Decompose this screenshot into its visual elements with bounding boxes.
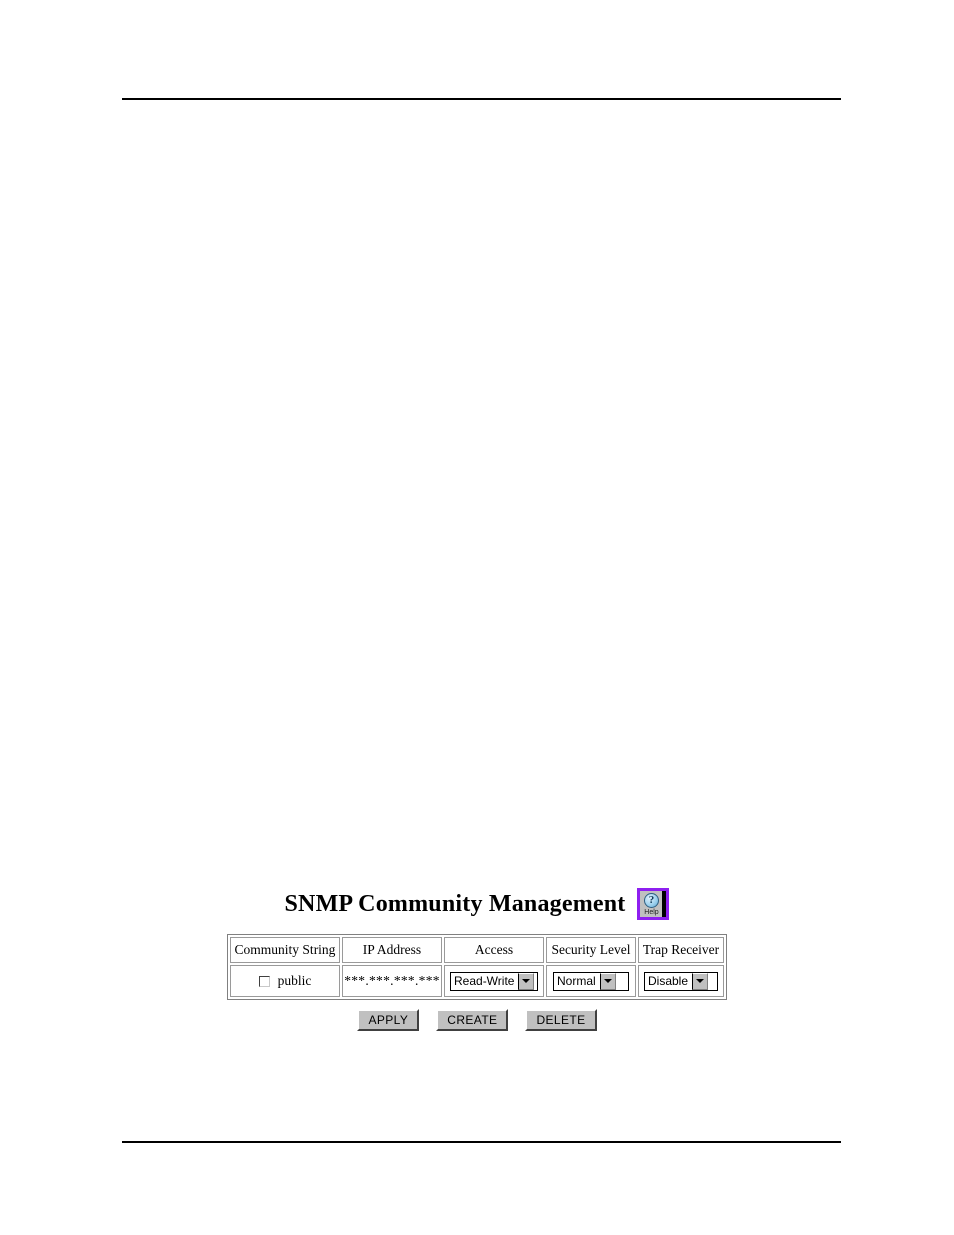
document-page: SNMP Community Management ? Help Communi… bbox=[0, 0, 954, 1235]
header-community-string-label: Community String bbox=[234, 942, 336, 957]
chevron-down-icon bbox=[696, 979, 705, 983]
security-level-dropdown-button[interactable] bbox=[599, 972, 616, 990]
security-level-dropdown-value: Normal bbox=[557, 974, 596, 988]
header-access-label: Access bbox=[474, 942, 514, 957]
question-mark-help-icon: ? bbox=[643, 892, 659, 908]
header-access: Access bbox=[444, 937, 544, 963]
header-ip-address: IP Address bbox=[342, 937, 442, 963]
cell-ip-address: ***.***.***.*** bbox=[342, 965, 442, 997]
help-button-shadow bbox=[662, 891, 667, 917]
help-button[interactable]: ? Help bbox=[637, 888, 670, 920]
delete-button[interactable]: DELETE bbox=[525, 1009, 597, 1031]
access-cell-inner: Read-Write bbox=[445, 966, 543, 996]
cell-security-level: Normal bbox=[546, 965, 636, 997]
community-select-checkbox[interactable] bbox=[258, 975, 270, 987]
page-title: SNMP Community Management bbox=[284, 891, 626, 917]
apply-button[interactable]: APPLY bbox=[357, 1009, 420, 1031]
access-dropdown-value: Read-Write bbox=[454, 974, 515, 988]
chevron-down-icon bbox=[603, 979, 612, 983]
table-row: public ***.***.***.*** Read-Write Normal… bbox=[230, 965, 724, 997]
community-string-cell-inner: public bbox=[231, 966, 339, 996]
cell-access: Read-Write bbox=[444, 965, 544, 997]
page-footer-rule bbox=[122, 1141, 841, 1143]
community-string-value: public bbox=[277, 973, 312, 988]
action-button-row: APPLY CREATE DELETE bbox=[0, 1009, 954, 1031]
trap-receiver-dropdown-button[interactable] bbox=[692, 972, 709, 990]
table-header-row: Community String IP Address Access Secur… bbox=[230, 937, 724, 963]
create-button[interactable]: CREATE bbox=[436, 1009, 509, 1031]
header-security-level-label: Security Level bbox=[551, 942, 631, 957]
snmp-table-wrapper: Community String IP Address Access Secur… bbox=[0, 934, 954, 1000]
snmp-community-management-figure: SNMP Community Management ? Help Communi… bbox=[0, 884, 954, 1031]
header-trap-receiver-label: Trap Receiver bbox=[642, 942, 720, 957]
ip-address-value[interactable]: ***.***.***.*** bbox=[344, 973, 440, 989]
help-button-inner: ? Help bbox=[640, 891, 662, 917]
snmp-community-table: Community String IP Address Access Secur… bbox=[227, 934, 727, 1000]
help-button-label: Help bbox=[644, 908, 659, 916]
security-level-cell-inner: Normal bbox=[547, 966, 635, 996]
title-row: SNMP Community Management ? Help bbox=[0, 884, 954, 924]
page-header-rule bbox=[122, 98, 841, 100]
access-dropdown[interactable]: Read-Write bbox=[450, 971, 538, 991]
ip-address-cell-inner: ***.***.***.*** bbox=[343, 966, 441, 996]
header-community-string: Community String bbox=[230, 937, 340, 963]
trap-receiver-cell-inner: Disable bbox=[639, 966, 723, 996]
cell-community-string: public bbox=[230, 965, 340, 997]
trap-receiver-dropdown[interactable]: Disable bbox=[644, 971, 718, 991]
chevron-down-icon bbox=[522, 979, 531, 983]
trap-receiver-dropdown-value: Disable bbox=[648, 974, 689, 988]
cell-trap-receiver: Disable bbox=[638, 965, 724, 997]
access-dropdown-button[interactable] bbox=[518, 972, 535, 990]
header-security-level: Security Level bbox=[546, 937, 636, 963]
header-trap-receiver: Trap Receiver bbox=[638, 937, 724, 963]
header-ip-address-label: IP Address bbox=[362, 942, 422, 957]
security-level-dropdown[interactable]: Normal bbox=[553, 971, 629, 991]
